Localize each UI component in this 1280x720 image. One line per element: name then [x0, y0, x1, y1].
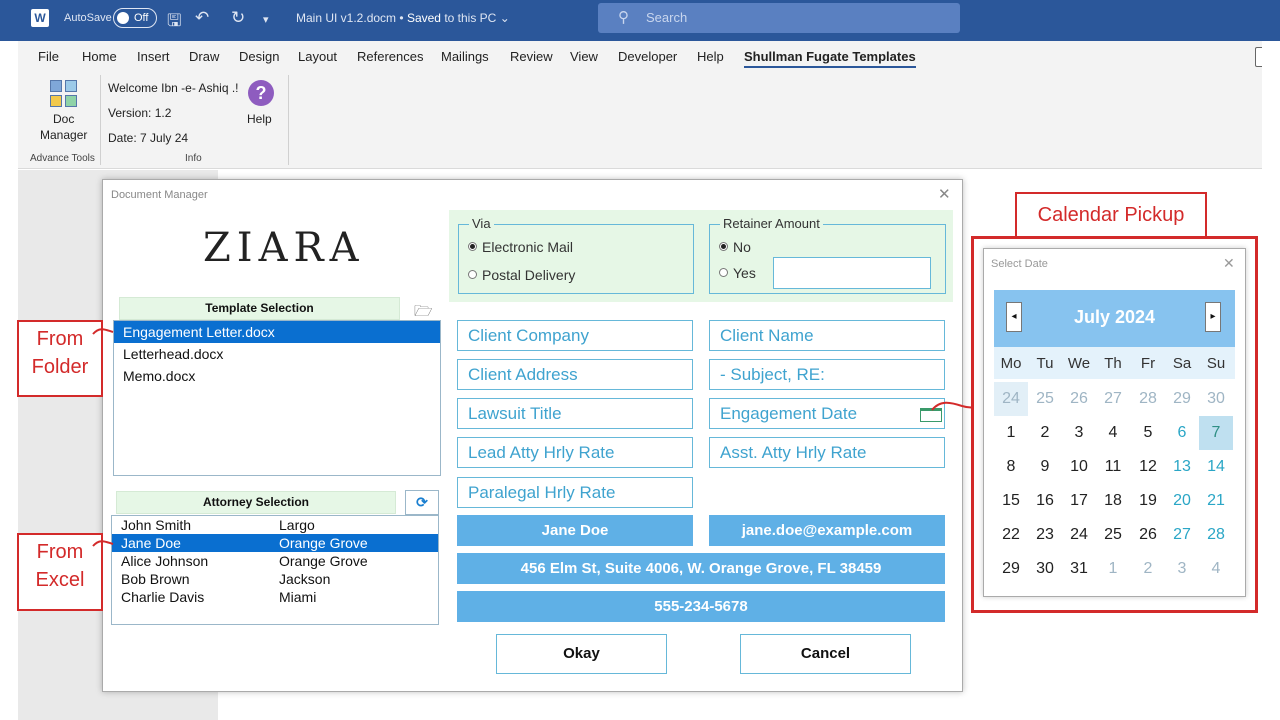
calendar-day[interactable]: 10 [1062, 450, 1096, 484]
calendar-day[interactable]: 12 [1131, 450, 1165, 484]
weekday-label: Sa [1172, 355, 1192, 372]
weekday-label: Su [1206, 355, 1226, 372]
weekday-label: Th [1104, 355, 1122, 372]
calendar-day[interactable]: 31 [1062, 552, 1096, 586]
calendar-day[interactable]: 16 [1028, 484, 1062, 518]
calendar-day[interactable]: 2 [1131, 552, 1165, 586]
weekday-label: Tu [1036, 355, 1054, 372]
calendar-day[interactable]: 5 [1131, 416, 1165, 450]
calendar-day[interactable]: 24 [994, 382, 1028, 416]
calendar-day[interactable]: 11 [1096, 450, 1130, 484]
calendar-day[interactable]: 26 [1131, 518, 1165, 552]
select-date-dialog: Select Date ✕ ◂ July 2024 ▸ Mo Tu We Th Fr Sa… [983, 248, 1246, 597]
calendar-day[interactable]: 1 [994, 416, 1028, 450]
calendar-day[interactable]: 25 [1028, 382, 1062, 416]
calendar-day[interactable]: 30 [1199, 382, 1233, 416]
calendar-day[interactable]: 24 [1062, 518, 1096, 552]
calendar-day[interactable]: 14 [1199, 450, 1233, 484]
weekday-label: Mo [1000, 355, 1022, 372]
calendar-day[interactable]: 4 [1199, 552, 1233, 586]
calendar-day[interactable]: 15 [994, 484, 1028, 518]
calendar-day[interactable]: 22 [994, 518, 1028, 552]
weekday-label: Fr [1140, 355, 1156, 372]
next-month-button[interactable]: ▸ [1205, 302, 1221, 332]
calendar-header: ◂ July 2024 ▸ [994, 290, 1235, 347]
calendar-day[interactable]: 17 [1062, 484, 1096, 518]
calendar-day[interactable]: 8 [994, 450, 1028, 484]
calendar-day[interactable]: 4 [1096, 416, 1130, 450]
calendar-day[interactable]: 27 [1096, 382, 1130, 416]
calendar-day[interactable]: 27 [1165, 518, 1199, 552]
calendar-day[interactable]: 1 [1096, 552, 1130, 586]
calendar-day[interactable]: 26 [1062, 382, 1096, 416]
calendar-day[interactable]: 3 [1165, 552, 1199, 586]
calendar-month: July 2024 [1073, 307, 1156, 327]
close-icon[interactable]: ✕ [1223, 255, 1235, 272]
calendar-day[interactable]: 28 [1199, 518, 1233, 552]
calendar-day[interactable]: 20 [1165, 484, 1199, 518]
calendar-day[interactable]: 29 [1165, 382, 1199, 416]
calendar-day[interactable]: 28 [1131, 382, 1165, 416]
calendar-day[interactable]: 19 [1131, 484, 1165, 518]
calendar-title: Select Date [991, 258, 1048, 270]
calendar-day[interactable]: 9 [1028, 450, 1062, 484]
weekday-label: We [1067, 355, 1091, 372]
calendar-day[interactable]: 3 [1062, 416, 1096, 450]
calendar-day[interactable]: 13 [1165, 450, 1199, 484]
calendar-day[interactable]: 7 [1199, 416, 1233, 450]
calendar-day[interactable]: 2 [1028, 416, 1062, 450]
calendar-day[interactable]: 6 [1165, 416, 1199, 450]
calendar-day[interactable]: 21 [1199, 484, 1233, 518]
calendar-day[interactable]: 29 [994, 552, 1028, 586]
calendar-day[interactable]: 30 [1028, 552, 1062, 586]
weekday-row: Mo Tu We Th Fr Sa Su [994, 347, 1235, 379]
calendar-day[interactable]: 23 [1028, 518, 1062, 552]
calendar-day[interactable]: 18 [1096, 484, 1130, 518]
calendar-day[interactable]: 25 [1096, 518, 1130, 552]
